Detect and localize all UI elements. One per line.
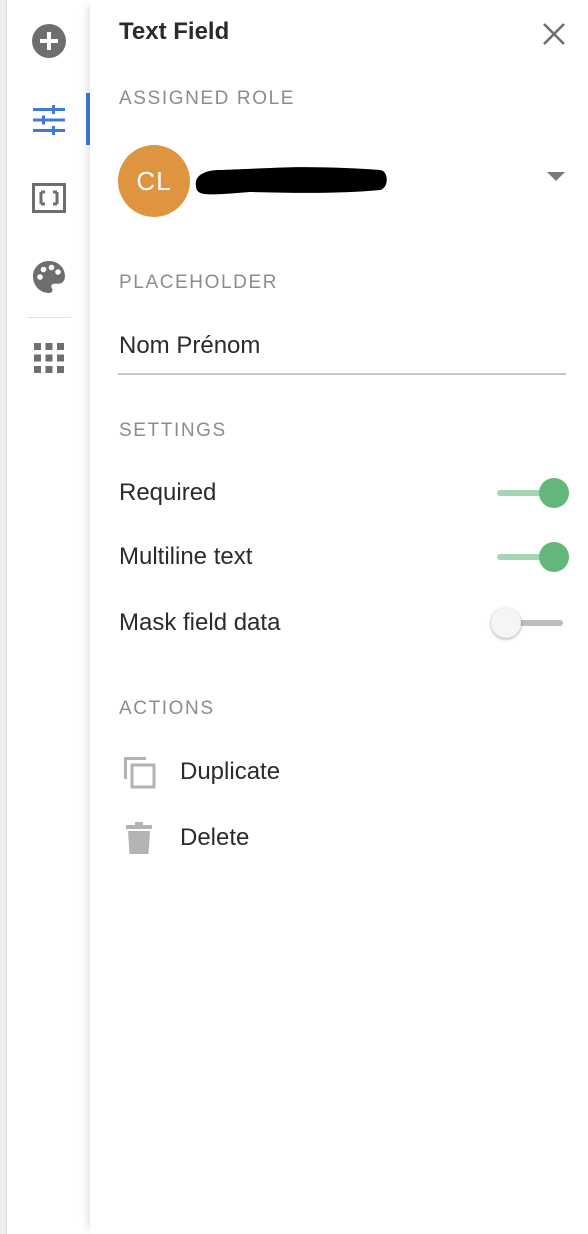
setting-label: Multiline text xyxy=(119,543,253,570)
rail-style-button[interactable] xyxy=(7,245,90,309)
trash-icon xyxy=(121,820,157,856)
placeholder-label: PLACEHOLDER xyxy=(119,272,279,293)
chevron-down-icon xyxy=(547,172,565,181)
close-button[interactable] xyxy=(538,18,570,50)
duplicate-label: Duplicate xyxy=(180,758,281,785)
setting-multiline: Multiline text xyxy=(119,537,569,577)
frame-brackets-icon xyxy=(31,183,66,213)
rail-add-button[interactable] xyxy=(7,9,90,73)
required-toggle[interactable] xyxy=(497,477,569,509)
actions-label: ACTIONS xyxy=(119,698,215,719)
rail-layout-button[interactable] xyxy=(7,166,90,230)
field-properties-panel: Text Field ASSIGNED ROLE CL PLACEHOLDER … xyxy=(90,0,588,1234)
settings-label: SETTINGS xyxy=(119,420,227,441)
tool-rail xyxy=(7,0,90,1234)
mask-field-data-toggle[interactable] xyxy=(491,607,563,639)
placeholder-input[interactable] xyxy=(119,332,559,360)
sliders-icon xyxy=(32,105,65,135)
delete-button[interactable]: Delete xyxy=(119,816,419,860)
panel-title: Text Field xyxy=(119,18,230,45)
palette-icon xyxy=(32,261,65,293)
plus-circle-icon xyxy=(31,24,66,58)
setting-label: Mask field data xyxy=(119,609,281,636)
rail-settings-button[interactable] xyxy=(7,88,90,152)
close-icon xyxy=(543,23,565,45)
placeholder-field xyxy=(118,325,566,375)
redacted-role-name xyxy=(195,167,387,195)
assigned-role-select[interactable]: CL xyxy=(118,145,568,217)
setting-mask-field-data: Mask field data xyxy=(119,603,569,643)
role-avatar: CL xyxy=(118,145,190,217)
grid-icon xyxy=(33,343,64,373)
duplicate-icon xyxy=(121,754,157,790)
setting-label: Required xyxy=(119,479,217,506)
delete-label: Delete xyxy=(180,824,250,851)
multiline-toggle[interactable] xyxy=(497,541,569,573)
assigned-role-label: ASSIGNED ROLE xyxy=(119,88,296,109)
duplicate-button[interactable]: Duplicate xyxy=(119,750,419,794)
setting-required: Required xyxy=(119,473,569,513)
rail-apps-button[interactable] xyxy=(7,326,90,390)
rail-divider xyxy=(27,317,71,318)
